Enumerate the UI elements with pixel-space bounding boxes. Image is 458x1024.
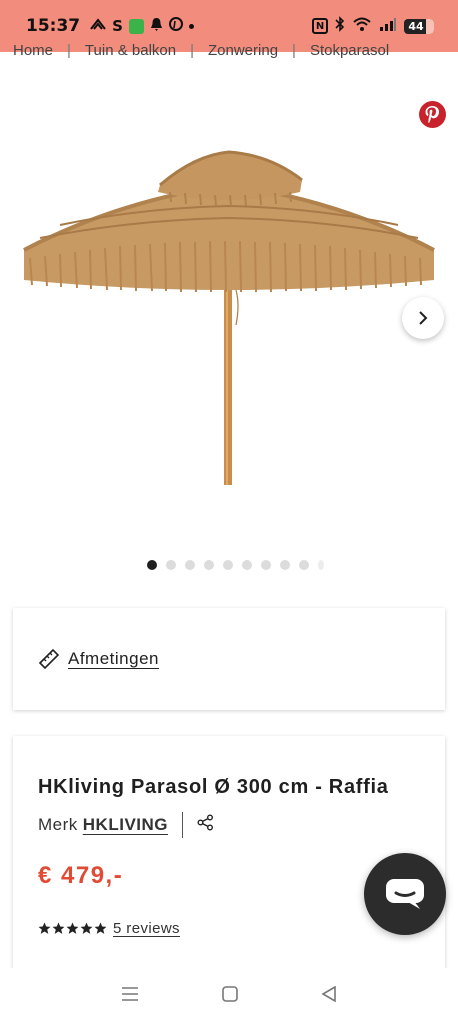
brand-divider <box>182 812 184 838</box>
chat-icon <box>386 879 424 909</box>
wifi-icon <box>352 17 372 36</box>
reviews-link[interactable]: 5 reviews <box>113 920 180 937</box>
app-notification-icon <box>128 18 144 34</box>
network-icon <box>90 17 106 35</box>
pager-dot[interactable] <box>166 560 176 570</box>
pager-dot[interactable] <box>280 560 290 570</box>
home-button[interactable] <box>222 985 238 1007</box>
rating-row: 5 reviews <box>38 920 180 937</box>
pager-dot-active[interactable] <box>147 560 157 570</box>
star-icon <box>52 922 65 934</box>
pager-dot[interactable] <box>204 560 214 570</box>
pinterest-small-icon <box>168 17 183 35</box>
dimensions-link[interactable]: Afmetingen <box>68 649 159 669</box>
brand-prefix: Merk <box>38 815 78 834</box>
star-icon <box>94 922 107 934</box>
brand-row: Merk HKLIVING <box>38 812 214 838</box>
more-dot-icon <box>188 23 194 29</box>
share-button[interactable] <box>197 814 214 836</box>
breadcrumb-separator: | <box>292 42 296 59</box>
pager-dot[interactable] <box>242 560 252 570</box>
product-title: HKliving Parasol Ø 300 cm - Raffia <box>38 776 389 798</box>
status-system: N 44 <box>312 16 434 36</box>
share-icon <box>197 814 214 831</box>
pager-dot[interactable] <box>261 560 271 570</box>
bluetooth-icon <box>335 16 345 36</box>
status-notifications: S <box>90 17 194 36</box>
back-icon <box>321 985 336 1002</box>
pinterest-icon <box>425 106 439 123</box>
product-info-card: HKliving Parasol Ø 300 cm - Raffia Merk … <box>13 736 445 976</box>
menu-icon <box>122 986 139 1001</box>
pager-dot[interactable] <box>318 560 324 570</box>
system-nav-bar <box>0 968 458 1024</box>
bell-icon <box>150 17 163 36</box>
pager-dot[interactable] <box>299 560 309 570</box>
breadcrumb-separator: | <box>190 42 194 59</box>
chat-button[interactable] <box>364 853 446 935</box>
breadcrumb-zonwering[interactable]: Zonwering <box>208 42 278 62</box>
product-price: € 479,- <box>38 862 124 889</box>
product-image-gallery[interactable] <box>0 130 458 530</box>
battery-level: 44 <box>408 19 424 33</box>
breadcrumb-home[interactable]: Home <box>13 42 53 62</box>
ruler-icon <box>38 648 60 670</box>
breadcrumb-separator: | <box>67 42 71 59</box>
gallery-pager <box>147 560 324 570</box>
recent-apps-button[interactable] <box>121 986 139 1007</box>
status-time: 15:37 <box>26 16 81 36</box>
star-icon <box>66 922 79 934</box>
pager-dot[interactable] <box>185 560 195 570</box>
chevron-right-icon <box>419 311 428 325</box>
breadcrumb-tuin[interactable]: Tuin & balkon <box>85 42 176 62</box>
star-icon <box>38 922 51 934</box>
pinterest-button[interactable] <box>419 101 446 128</box>
s-icon: S <box>112 17 123 35</box>
nfc-icon: N <box>312 18 328 34</box>
back-button[interactable] <box>321 985 337 1007</box>
signal-icon <box>379 17 397 36</box>
star-icon <box>80 922 93 934</box>
gallery-next-button[interactable] <box>402 297 444 339</box>
breadcrumb-stokparasol[interactable]: Stokparasol <box>310 42 389 62</box>
rating-stars <box>38 922 107 935</box>
home-icon <box>222 985 238 1002</box>
brand-link[interactable]: HKLIVING <box>83 815 168 835</box>
parasol-image <box>23 150 435 485</box>
pager-dot[interactable] <box>223 560 233 570</box>
dimensions-card[interactable]: Afmetingen <box>13 608 445 710</box>
breadcrumb: Home | Tuin & balkon | Zonwering | Stokp… <box>13 42 453 62</box>
battery-icon: 44 <box>404 18 434 34</box>
